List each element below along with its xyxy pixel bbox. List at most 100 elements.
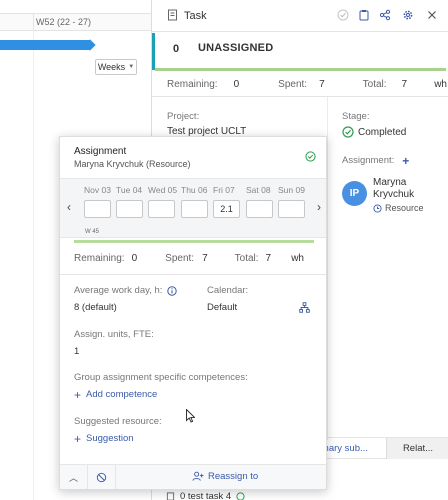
assignment-label: Assignment: [342, 155, 395, 166]
task-title: Task [184, 10, 207, 22]
day-column: Sat 08 [246, 185, 276, 218]
suggested-resource-label: Suggested resource: [74, 416, 162, 427]
clipboard-icon[interactable] [358, 9, 370, 21]
assignment-header: Assignment: + [342, 155, 409, 167]
divider [60, 274, 326, 275]
remaining-label: Remaining: [74, 253, 125, 264]
task-stats: Remaining: 0 Spent: 7 Total: 7 wh [167, 79, 447, 90]
day-label: Tue 04 [116, 185, 143, 195]
task-status-bar: 0 UNASSIGNED [152, 33, 448, 70]
day-label: Fri 07 [213, 185, 235, 195]
avg-workday-label: Average work day, h: [74, 285, 163, 296]
day-label: Sun 09 [278, 185, 305, 195]
task-icon [166, 492, 175, 500]
popup-subtitle: Maryna Kryvchuk (Resource) [74, 159, 191, 169]
check-circle-icon [305, 151, 316, 162]
units-value[interactable]: 1 [74, 346, 79, 357]
chevron-right-icon[interactable]: › [312, 197, 326, 217]
scale-dropdown[interactable]: Weeks ▼ [95, 59, 137, 75]
calendar-value[interactable]: Default [207, 302, 237, 313]
resource-type-label: Resource [385, 203, 424, 213]
resource-name[interactable]: Maryna Kryvchuk [373, 177, 433, 201]
unassign-button[interactable] [88, 465, 116, 489]
total-label: Total: [234, 253, 259, 264]
gantt-header-separator [33, 14, 34, 30]
competences-label: Group assignment specific competences: [74, 372, 248, 383]
day-column: Nov 03 [84, 185, 114, 218]
day-hours-input[interactable] [246, 200, 273, 218]
day-label: Nov 03 [84, 185, 111, 195]
project-label: Project: [167, 111, 200, 122]
check-circle-icon [342, 126, 354, 138]
stage-label: Stage: [342, 111, 370, 122]
avg-workday-value[interactable]: 8 (default) [74, 302, 117, 313]
daily-work-grid: ‹ Nov 03 Tue 04 Wed 05 Thu 06 Fri 07 2.1… [60, 178, 326, 238]
unassign-icon [96, 472, 107, 482]
week-label: W52 (22 - 27) [36, 17, 92, 27]
unit-label: wh [291, 253, 304, 264]
check-circle-icon[interactable] [337, 9, 349, 21]
subtask-label: 0 test task 4 [180, 491, 232, 500]
add-assignment-icon[interactable]: + [402, 155, 409, 167]
day-hours-input[interactable] [84, 200, 111, 218]
subtask-row[interactable]: 0 test task 4 [166, 491, 245, 500]
reassign-label: Reassign to [208, 471, 259, 482]
clock-icon [373, 203, 382, 213]
scale-dropdown-value: Weeks [97, 62, 126, 72]
spent-value: 7 [202, 253, 208, 264]
day-label: Wed 05 [148, 185, 178, 195]
share-icon[interactable] [379, 9, 391, 21]
assignment-progress-bar [74, 240, 314, 243]
status-number: 0 [173, 43, 180, 55]
popup-footer: ︿ Reassign to [60, 464, 326, 489]
popup-title: Assignment [74, 146, 127, 157]
column-divider [327, 97, 328, 440]
spent-label: Spent: [278, 79, 308, 90]
unit-label: wh [434, 79, 447, 90]
gantt-task-bar[interactable] [0, 40, 89, 50]
add-competence-label: Add competence [86, 389, 158, 400]
plus-icon: + [74, 387, 82, 402]
total-label: Total: [362, 79, 387, 90]
chevron-down-icon: ▼ [128, 64, 135, 70]
add-suggestion-button[interactable]: + Suggestion [74, 431, 134, 446]
plus-icon: + [74, 431, 82, 446]
remaining-label: Remaining: [167, 79, 218, 90]
avg-workday-header: Average work day, h: [74, 285, 178, 296]
day-column: Thu 06 [181, 185, 211, 218]
day-column: Fri 07 2.1 [213, 185, 243, 218]
check-circle-icon [236, 492, 245, 500]
chevron-up-icon: ︿ [68, 472, 78, 483]
task-header: Task [152, 0, 448, 32]
remaining-value: 0 [131, 253, 138, 264]
day-hours-input[interactable]: 2.1 [213, 200, 240, 218]
day-hours-input[interactable] [181, 200, 208, 218]
mouse-cursor-icon [186, 409, 195, 423]
chevron-left-icon[interactable]: ‹ [62, 197, 76, 217]
add-suggestion-label: Suggestion [86, 433, 134, 444]
assignment-popup: Assignment Maryna Kryvchuk (Resource) ‹ … [59, 136, 327, 490]
day-hours-input[interactable] [278, 200, 305, 218]
day-column: Sun 09 [278, 185, 308, 218]
task-progress-bar [155, 68, 446, 71]
tab-related[interactable]: Relat... [386, 438, 448, 459]
close-icon[interactable] [426, 9, 438, 21]
spent-label: Spent: [165, 253, 195, 264]
avatar[interactable]: IP [342, 181, 367, 206]
person-add-icon [192, 471, 204, 481]
day-column: Wed 05 [148, 185, 178, 218]
stage-selector[interactable]: Completed [342, 126, 406, 138]
gear-icon[interactable] [402, 9, 414, 21]
reassign-button[interactable]: Reassign to [192, 471, 258, 482]
units-label: Assign. units, FTE: [74, 329, 154, 340]
add-competence-button[interactable]: + Add competence [74, 387, 158, 402]
collapse-button[interactable]: ︿ [60, 465, 88, 489]
gantt-week-line [33, 31, 34, 500]
info-icon[interactable] [167, 285, 178, 296]
day-hours-input[interactable] [116, 200, 143, 218]
resource-type: Resource [373, 203, 424, 213]
hierarchy-icon[interactable] [299, 302, 310, 313]
total-value: 7 [265, 253, 272, 264]
gantt-timeline-header: W52 (22 - 27) [0, 13, 152, 31]
day-hours-input[interactable] [148, 200, 175, 218]
